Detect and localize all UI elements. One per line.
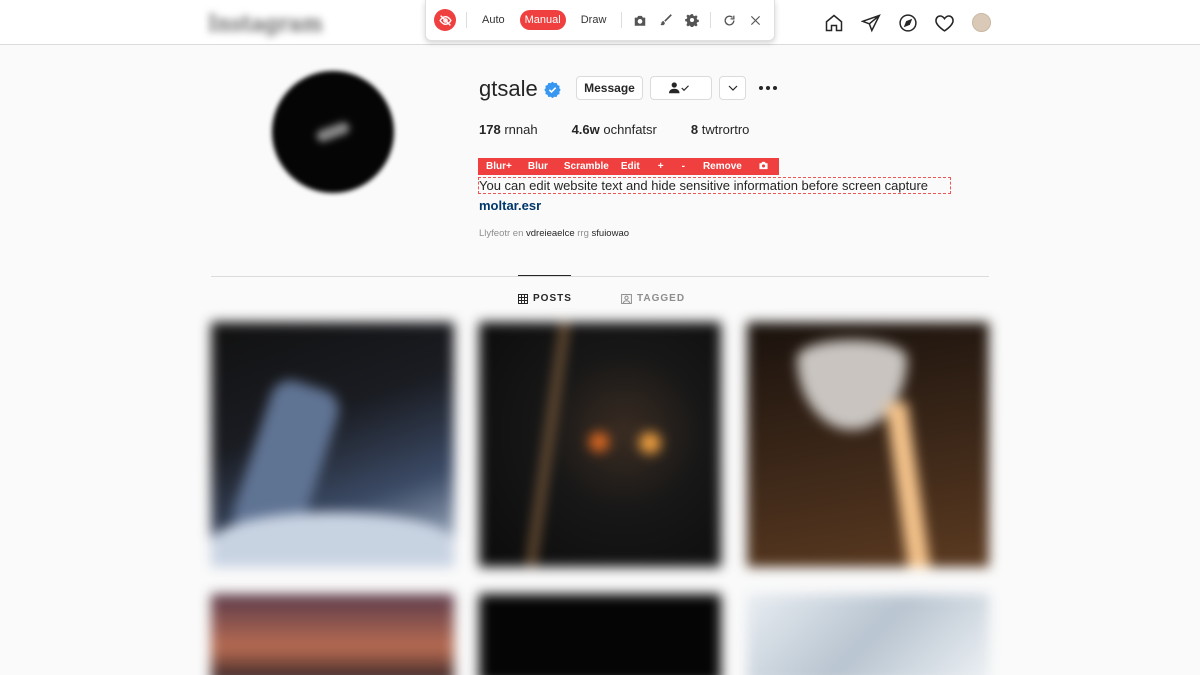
more-dot: [759, 86, 763, 90]
post-thumbnail[interactable]: [747, 594, 989, 675]
post-thumbnail[interactable]: [479, 322, 721, 567]
gear-icon[interactable]: [684, 12, 700, 28]
post-shape: [639, 432, 661, 454]
profile-website-link[interactable]: moltar.esr: [479, 198, 541, 213]
mode-draw-button[interactable]: Draw: [576, 10, 612, 30]
direct-message-icon[interactable]: [859, 11, 882, 34]
mode-auto-button[interactable]: Auto: [477, 10, 510, 30]
avatar: [972, 13, 991, 32]
post-shape: [211, 512, 454, 567]
refresh-icon[interactable]: [721, 12, 737, 28]
remove-button[interactable]: Remove: [691, 161, 742, 172]
nav-icons: [822, 11, 993, 34]
tab-tagged[interactable]: TAGGED: [621, 293, 685, 304]
screenshot-icon[interactable]: [748, 161, 769, 173]
post-thumbnail[interactable]: [211, 322, 454, 567]
more-options-button[interactable]: [757, 80, 779, 96]
stat-followers[interactable]: 4.6w ochnfatsr: [572, 122, 657, 137]
suggested-dropdown-button[interactable]: [719, 76, 746, 100]
tab-label: TAGGED: [637, 293, 686, 304]
profile-stats: 178 rnnah 4.6w ochnfatsr 8 twtrortro: [479, 122, 783, 137]
active-tab-indicator: [518, 275, 571, 276]
chevron-down-icon: [728, 85, 737, 91]
profile-picture[interactable]: [272, 71, 394, 193]
followed-by-text[interactable]: Llyfeotr en vdreieaelce rrg sfuiowao: [479, 228, 629, 239]
post-shape: [589, 432, 609, 452]
eye-off-icon[interactable]: [434, 9, 456, 31]
stat-label: ochnfatsr: [603, 122, 657, 137]
camera-icon[interactable]: [632, 12, 648, 28]
blur-plus-button[interactable]: Blur+: [478, 161, 512, 172]
extension-toolbar: Auto Manual Draw: [425, 0, 775, 41]
tabs-divider: [211, 276, 989, 277]
message-button[interactable]: Message: [576, 76, 643, 100]
scramble-button[interactable]: Scramble: [554, 161, 609, 172]
stat-value: 178: [479, 122, 501, 137]
profile-bio[interactable]: You can edit website text and hide sensi…: [478, 177, 951, 194]
stat-label: twtrortro: [701, 122, 750, 137]
stat-following[interactable]: 8 twtrortro: [691, 122, 750, 137]
close-icon[interactable]: [747, 12, 763, 28]
element-edit-toolbar: Blur+ Blur Scramble Edit + - Remove: [478, 158, 779, 175]
followed-by-prefix: Llyfeotr en: [479, 228, 524, 239]
profile-picture-mark: [314, 120, 352, 144]
post-thumbnail[interactable]: [479, 594, 721, 675]
blur-button[interactable]: Blur: [518, 161, 548, 172]
toolbar-divider: [710, 12, 712, 28]
post-thumbnail[interactable]: [211, 594, 454, 675]
toolbar-divider: [621, 12, 623, 28]
stat-value: 8: [690, 122, 699, 137]
post-thumbnail[interactable]: [747, 322, 989, 567]
post-shape: [526, 322, 570, 567]
heart-icon[interactable]: [933, 11, 956, 34]
post-shape: [885, 401, 931, 567]
home-icon[interactable]: [822, 11, 845, 34]
explore-icon[interactable]: [896, 11, 919, 34]
followed-by-mid: rrg: [577, 228, 589, 239]
mode-manual-button[interactable]: Manual: [519, 10, 566, 30]
instagram-logo[interactable]: Instagram: [208, 12, 323, 37]
more-dot: [773, 86, 777, 90]
stat-posts[interactable]: 178 rnnah: [479, 122, 538, 137]
edit-button[interactable]: Edit: [615, 161, 640, 172]
tab-label: POSTS: [533, 293, 572, 304]
profile-avatar[interactable]: [970, 11, 993, 34]
more-dot: [766, 86, 770, 90]
grid-icon: [518, 293, 528, 304]
shrink-button[interactable]: -: [670, 161, 685, 172]
followed-by-name: vdreieaelce: [526, 228, 575, 239]
verified-badge-icon: [544, 81, 561, 98]
followed-by-name: sfuiowao: [591, 228, 630, 239]
brush-icon[interactable]: [658, 12, 674, 28]
expand-button[interactable]: +: [646, 161, 664, 172]
toolbar-divider: [466, 12, 467, 28]
tagged-icon: [621, 293, 632, 304]
stat-label: rnnah: [504, 122, 538, 137]
username-row: gtsale: [479, 75, 561, 103]
profile-username: gtsale: [479, 76, 538, 101]
stat-value: 4.6w: [571, 122, 600, 137]
tab-posts[interactable]: POSTS: [518, 293, 572, 304]
person-check-icon: [669, 82, 689, 94]
following-button[interactable]: [650, 76, 712, 100]
